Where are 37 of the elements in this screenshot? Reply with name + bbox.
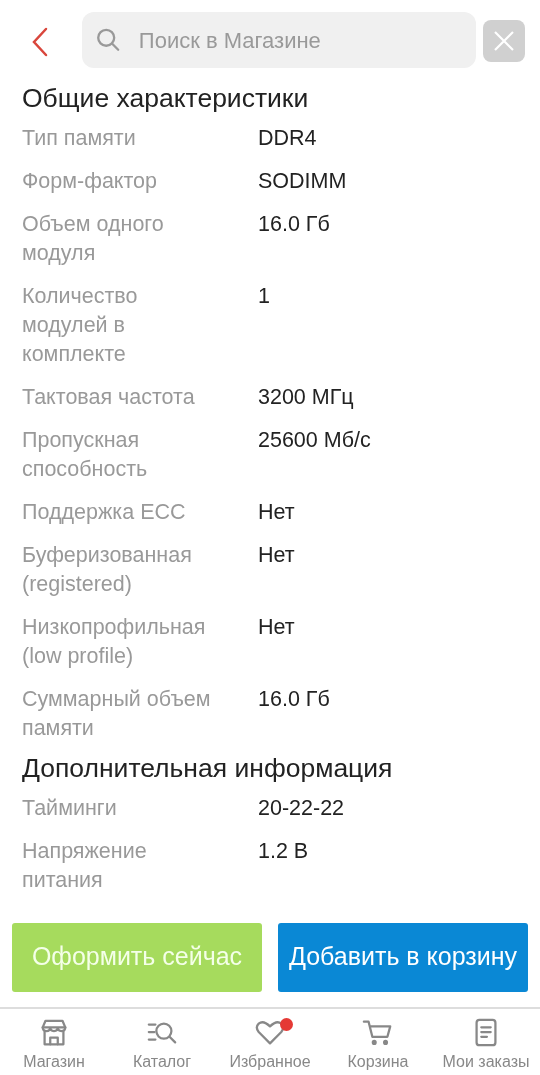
nav-tab[interactable]: Мои заказы (432, 1009, 540, 1075)
spec-label: Тактовая частота (22, 384, 195, 409)
spec-value: 1.2 В (258, 838, 309, 863)
spec-label: Поддержка ECC (22, 499, 186, 524)
nav-tab[interactable]: Корзина (324, 1009, 432, 1075)
spec-value: Нет (258, 614, 295, 639)
spec-value: 25600 Мб/с (258, 427, 371, 452)
nav-tab[interactable]: Избранное (216, 1009, 324, 1075)
back-icon[interactable] (31, 27, 49, 57)
spec-label: Тайминги (22, 795, 117, 820)
search-icon (96, 26, 121, 54)
spec-value: Нет (258, 499, 295, 524)
spec-label: Напряжение питания (22, 838, 147, 892)
spec-label: Низкопрофильная (low profile) (22, 614, 206, 668)
spec-value: 20-22-22 (258, 795, 345, 820)
nav-tab[interactable]: Каталог (108, 1009, 216, 1075)
spec-value: 1 (258, 283, 270, 308)
spec-value: 16.0 Гб (258, 211, 330, 236)
spec-value: Нет (258, 542, 295, 567)
spec-label: Форм-фактор (22, 168, 157, 193)
spec-label: Пропускная способность (22, 427, 148, 481)
nav-tab[interactable]: Магазин (0, 1009, 108, 1075)
section-heading: Общие характеристики (22, 83, 310, 115)
spec-label: Суммарный объем памяти (22, 686, 211, 740)
spec-value: SODIMM (258, 168, 347, 193)
close-icon (493, 30, 515, 52)
spec-label: Количество модулей в комплекте (22, 283, 138, 366)
spec-value: 16.0 Гб (258, 686, 330, 711)
search-input[interactable]: Поиск в Магазине (136, 22, 462, 58)
spec-label: Тип памяти (22, 125, 136, 150)
section-heading: Дополнительная информация (22, 752, 394, 785)
spec-value: DDR4 (258, 125, 317, 150)
add-to-cart-button[interactable]: Добавить в корзину (278, 922, 528, 992)
search-field[interactable]: Поиск в Магазине (82, 12, 476, 68)
spec-label: Объем одного модуля (22, 211, 164, 265)
spec-value: 3200 МГц (258, 384, 354, 409)
spec-label: Буферизованная (registered) (22, 542, 192, 596)
